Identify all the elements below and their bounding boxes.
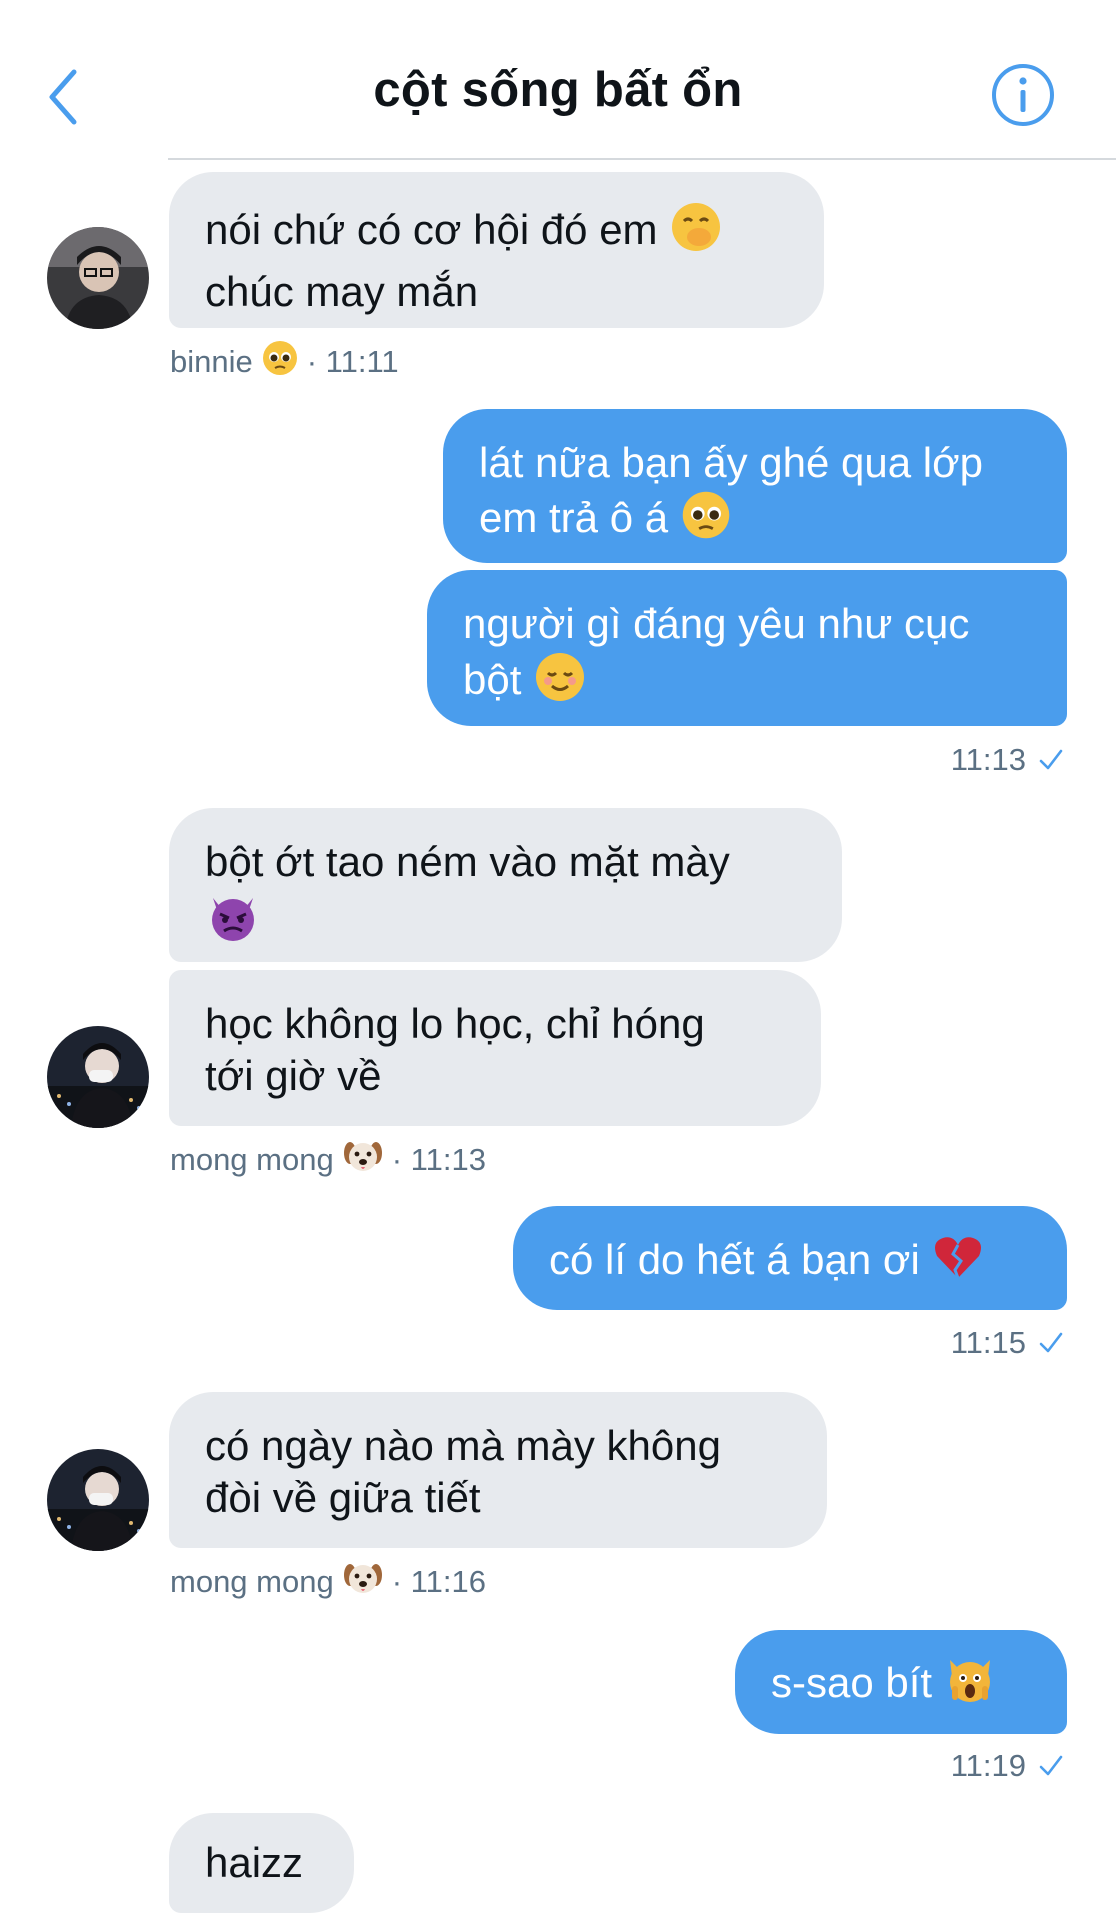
message-bubble-outgoing[interactable]: có lí do hết á bạn ơi xyxy=(513,1206,1067,1310)
avatar-mong-mong[interactable] xyxy=(47,1026,149,1128)
message-bubble-outgoing[interactable]: lát nữa bạn ấy ghé qua lớp em trả ô á xyxy=(443,409,1067,563)
dog-face-icon xyxy=(342,1135,384,1185)
message-bubble-incoming[interactable]: có ngày nào mà mày không đòi về giữa tiế… xyxy=(169,1392,827,1548)
message-text: có lí do hết á bạn ơi xyxy=(549,1236,920,1284)
angry-devil-icon xyxy=(205,888,261,956)
check-icon xyxy=(1039,1755,1063,1776)
message-bubble-outgoing[interactable]: s-sao bít xyxy=(735,1630,1067,1734)
message-text: người gì đáng yêu như cục xyxy=(463,600,970,647)
pleading-face-icon xyxy=(261,339,299,385)
message-text: nói chứ có cơ hội đó em xyxy=(205,206,658,254)
message-text: bột ớt tao ném vào mặt mày xyxy=(205,838,730,885)
message-text-line2: tới giờ về xyxy=(205,1052,382,1099)
message-time: 11:13 xyxy=(950,742,1026,777)
sender-name: mong mong xyxy=(170,1142,334,1177)
message-text: học không lo học, chỉ hóng xyxy=(205,1000,705,1047)
message-bubble-incoming[interactable]: haizz xyxy=(169,1813,354,1913)
screaming-cat-icon xyxy=(944,1654,996,1718)
message-time: 11:15 xyxy=(950,1325,1026,1360)
sender-name: binnie xyxy=(170,344,253,379)
check-icon xyxy=(1039,1332,1063,1353)
message-text: lát nữa bạn ấy ghé qua lớp xyxy=(479,439,984,486)
message-meta: mong mong · 11:16 xyxy=(170,1562,486,1602)
message-time: · 11:16 xyxy=(391,1564,486,1599)
info-button[interactable] xyxy=(990,62,1056,128)
chat-header: cột sống bất ổn xyxy=(0,0,1116,162)
message-meta: mong mong · 11:13 xyxy=(170,1140,486,1180)
message-text: haizz xyxy=(205,1839,304,1886)
check-icon xyxy=(1039,749,1063,770)
message-bubble-incoming[interactable]: học không lo học, chỉ hóng tới giờ về xyxy=(169,970,821,1126)
info-icon xyxy=(992,64,1054,126)
message-bubble-incoming[interactable]: nói chứ có cơ hội đó em chúc may mắn xyxy=(169,172,824,328)
message-text: s-sao bít xyxy=(771,1659,933,1707)
message-meta: 11:15 xyxy=(951,1323,1064,1363)
message-meta: binnie · 11:11 xyxy=(170,339,399,385)
message-meta: 11:19 xyxy=(951,1746,1064,1786)
message-text-line2: chúc may mắn xyxy=(205,268,479,315)
message-bubble-incoming[interactable]: bột ớt tao ném vào mặt mày xyxy=(169,808,842,962)
message-text-line2: bột xyxy=(463,656,522,704)
broken-heart-icon xyxy=(931,1230,985,1296)
message-time: · 11:11 xyxy=(306,344,399,379)
pleading-face-icon xyxy=(680,489,732,553)
face-with-hand-over-mouth-icon xyxy=(669,200,723,266)
message-text-line2: em trả ô á xyxy=(479,494,669,542)
avatar-mong-mong[interactable] xyxy=(47,1449,149,1551)
message-time: 11:19 xyxy=(950,1748,1026,1783)
conversation-title[interactable]: cột sống bất ổn xyxy=(0,62,1116,118)
avatar-binnie[interactable] xyxy=(47,227,149,329)
message-bubble-outgoing[interactable]: người gì đáng yêu như cục bột xyxy=(427,570,1067,726)
message-time: · 11:13 xyxy=(391,1142,486,1177)
message-text-line2: đòi về giữa tiết xyxy=(205,1474,481,1521)
smiling-face-icon xyxy=(533,650,587,716)
header-divider xyxy=(168,158,1116,160)
message-meta: 11:13 xyxy=(951,740,1064,780)
message-text: có ngày nào mà mày không xyxy=(205,1422,721,1469)
dog-face-icon xyxy=(342,1557,384,1607)
sender-name: mong mong xyxy=(170,1564,334,1599)
